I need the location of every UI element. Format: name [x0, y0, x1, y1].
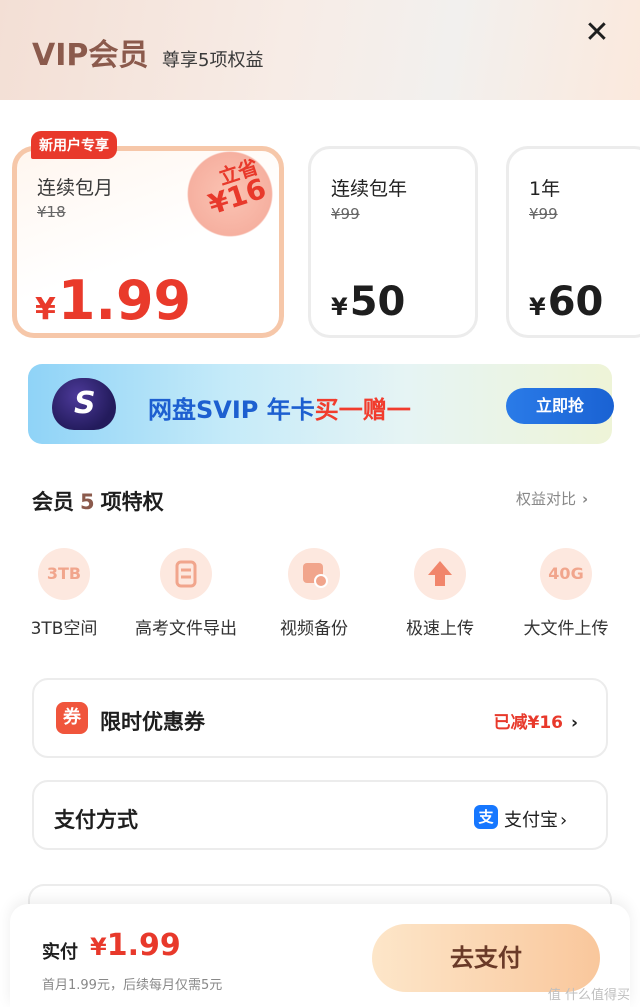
coupon-label: 限时优惠券 — [100, 710, 205, 734]
close-button[interactable]: ✕ — [580, 16, 614, 50]
plan-price: ¥60 — [529, 279, 603, 325]
plan-name: 连续包月 — [37, 177, 114, 199]
payment-method-row[interactable]: 支付方式 支 支付宝 › — [32, 780, 608, 850]
payment-method: 支付宝 › — [504, 806, 567, 832]
arrow-up-icon — [414, 548, 466, 600]
checkout-bar: 实付 ¥1.99 首月1.99元，后续每月仅需5元 去支付 — [10, 904, 630, 1007]
plan-card-one-year[interactable]: 1年 ¥99 ¥60 — [506, 146, 640, 338]
page-title: VIP会员 — [32, 38, 149, 73]
savings-stamp: 立省 ¥16 — [180, 146, 280, 242]
privileges-title-prefix: 会员 — [32, 490, 74, 514]
plan-name: 连续包年 — [331, 178, 408, 200]
pay-button[interactable]: 去支付 — [372, 924, 600, 992]
coupon-discount-value: 已减¥16 — [493, 713, 563, 733]
banner-text-highlight: 买一赠一 — [314, 396, 411, 424]
privilege-label: 视频备份 — [280, 619, 348, 639]
currency-symbol: ¥ — [90, 933, 107, 961]
close-icon: ✕ — [584, 15, 610, 50]
promo-banner[interactable]: S 网盘SVIP 年卡买一赠一 立即抢 — [28, 364, 614, 444]
plan-original-price: ¥99 — [529, 205, 558, 223]
privilege-file-export[interactable]: 高考文件导出 — [126, 548, 246, 639]
payment-method-name: 支付宝 — [504, 810, 558, 831]
plan-original-price: ¥99 — [331, 205, 360, 223]
alipay-icon: 支 — [474, 805, 498, 829]
coupon-icon: 券 — [56, 702, 88, 734]
video-backup-icon — [288, 548, 340, 600]
total-price: ¥1.99 — [90, 928, 181, 963]
plan-price-value: 50 — [349, 279, 406, 325]
currency-symbol: ¥ — [35, 292, 56, 327]
payment-label: 支付方式 — [54, 808, 138, 832]
total-price-value: 1.99 — [106, 928, 181, 963]
privilege-large-upload[interactable]: 40G 大文件上传 — [506, 548, 626, 639]
chevron-right-icon: › — [570, 713, 578, 733]
privilege-storage[interactable]: 3TB 3TB空间 — [4, 548, 124, 639]
large-file-40g-icon: 40G — [540, 548, 592, 600]
privilege-label: 大文件上传 — [523, 619, 609, 639]
watermark: 值 什么值得买 — [547, 988, 630, 1003]
logo-letter: S — [74, 386, 96, 421]
privilege-fast-upload[interactable]: 极速上传 — [380, 548, 500, 639]
privileges-title-suffix: 项特权 — [100, 490, 164, 514]
privilege-label: 极速上传 — [406, 619, 474, 639]
privilege-video-backup[interactable]: 视频备份 — [254, 548, 374, 639]
currency-symbol: ¥ — [529, 293, 546, 321]
storage-3tb-icon: 3TB — [38, 548, 90, 600]
document-icon — [160, 548, 212, 600]
currency-symbol: ¥ — [331, 293, 348, 321]
privileges-count: 5 — [80, 490, 95, 514]
plan-price-value: 60 — [547, 279, 604, 325]
plan-price-value: 1.99 — [57, 269, 192, 332]
benefits-compare-link[interactable]: 权益对比 › — [516, 488, 588, 509]
privilege-label: 3TB空间 — [30, 619, 98, 639]
cloud-logo-icon: S — [52, 378, 116, 430]
new-user-badge: 新用户专享 — [31, 131, 117, 159]
privilege-label: 高考文件导出 — [135, 619, 237, 639]
grab-now-button[interactable]: 立即抢 — [506, 388, 614, 424]
plan-original-price: ¥18 — [37, 203, 66, 221]
plan-price: ¥50 — [331, 279, 405, 325]
coupon-row[interactable]: 券 限时优惠券 已减¥16 › — [32, 678, 608, 758]
compare-label: 权益对比 — [516, 490, 577, 508]
total-label: 实付 — [42, 942, 78, 963]
plan-price: ¥1.99 — [35, 269, 191, 332]
plan-name: 1年 — [529, 178, 561, 200]
stamp-text-amount: ¥16 — [204, 171, 271, 222]
plan-card-yearly-continuous[interactable]: 连续包年 ¥99 ¥50 — [308, 146, 478, 338]
header: VIP会员 尊享5项权益 ✕ — [0, 0, 640, 100]
privileges-title: 会员 5 项特权 — [32, 486, 164, 516]
page-subtitle: 尊享5项权益 — [162, 50, 264, 71]
banner-text-main: 网盘SVIP 年卡 — [148, 396, 315, 424]
chevron-right-icon: › — [582, 490, 589, 508]
banner-text: 网盘SVIP 年卡买一赠一 — [148, 390, 411, 425]
coupon-discount: 已减¥16 › — [493, 708, 578, 733]
price-note: 首月1.99元，后续每月仅需5元 — [42, 978, 223, 993]
chevron-right-icon: › — [560, 810, 568, 831]
